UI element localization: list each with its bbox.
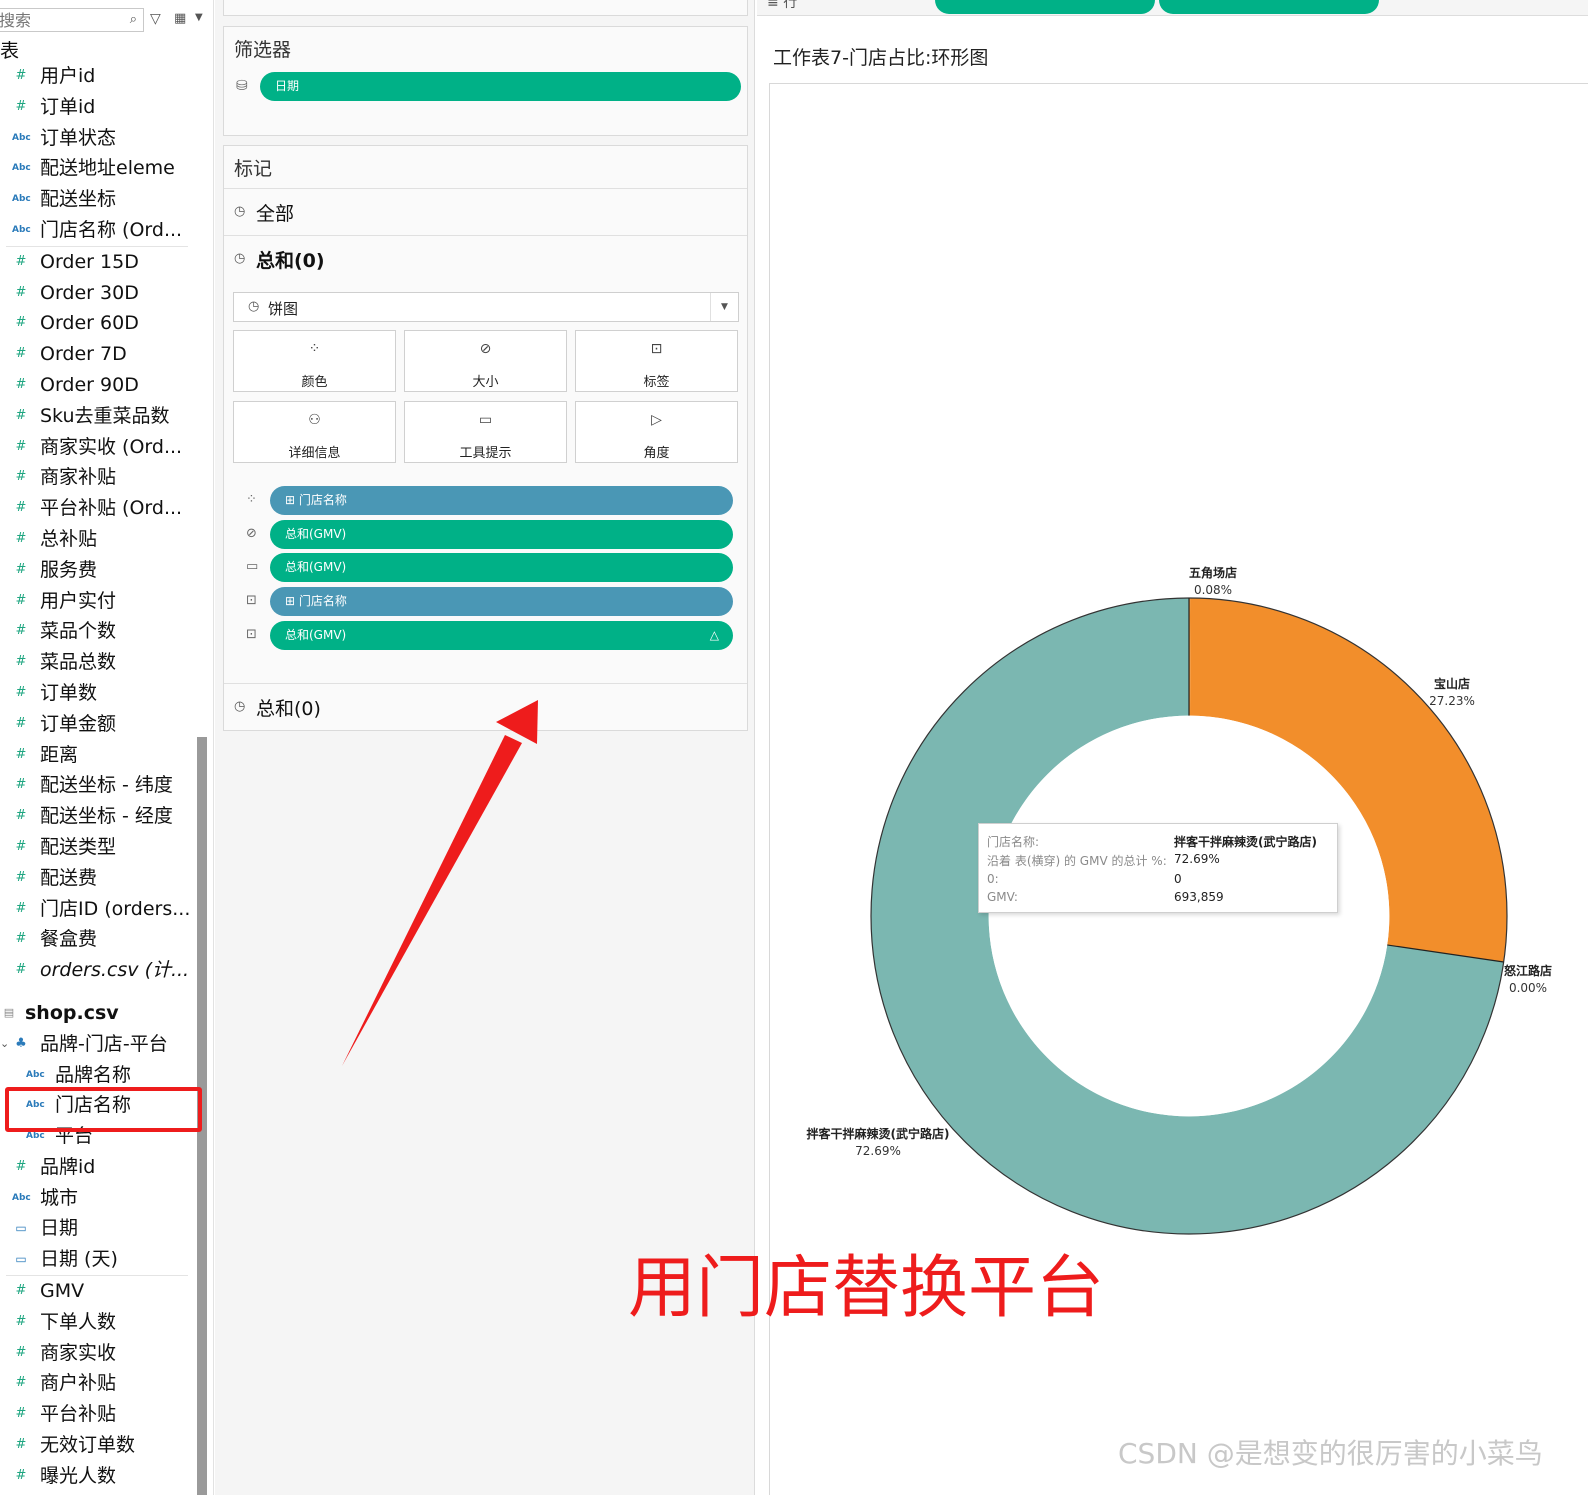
tooltip-key: GMV:: [987, 890, 1018, 904]
watermark: CSDN @是想变的很厉害的小菜鸟: [1118, 1437, 1543, 1470]
slice-percent-label: 0.00%: [1509, 981, 1547, 995]
tooltip-value: 0: [1174, 872, 1182, 886]
arrow-shaft: [342, 735, 522, 1066]
tooltip-value: 拌客干拌麻辣烫(武宁路店): [1174, 835, 1317, 849]
slice-name-label: 五角场店: [1189, 565, 1237, 580]
slice-name-label: 怒江路店: [1504, 963, 1552, 978]
tooltip-key: 门店名称:: [987, 835, 1040, 849]
tooltip-value: 72.69%: [1174, 852, 1220, 866]
tooltip-key: 沿着 表(横穿) 的 GMV 的总计 %:: [987, 854, 1167, 868]
mark-tooltip: 门店名称: 拌客干拌麻辣烫(武宁路店) 沿着 表(横穿) 的 GMV 的总计 %:…: [978, 823, 1338, 913]
tooltip-row: 0: 0: [987, 872, 1332, 891]
tooltip-value: 693,859: [1174, 890, 1224, 904]
slice-percent-label: 27.23%: [1429, 694, 1475, 708]
tooltip-key: 0:: [987, 872, 999, 886]
donut-hole: [988, 715, 1390, 1117]
tooltip-row: GMV: 693,859: [987, 890, 1332, 909]
slice-name-label: 拌客干拌麻辣烫(武宁路店): [807, 1126, 950, 1141]
annotation-text: 用门店替换平台: [628, 1249, 1105, 1328]
arrow-head: [496, 700, 538, 744]
slice-percent-label: 0.08%: [1194, 583, 1232, 597]
slice-percent-label: 72.69%: [855, 1144, 901, 1158]
slice-name-label: 宝山店: [1434, 676, 1470, 691]
tableau-window: ⌕ ▽ ▦ ▼ 表 #用户id#订单idAbc订单状态Abc配送地址elemeA…: [0, 0, 1588, 1495]
tooltip-row: 沿着 表(横穿) 的 GMV 的总计 %: 72.69%: [987, 852, 1332, 871]
tooltip-row: 门店名称: 拌客干拌麻辣烫(武宁路店): [987, 833, 1332, 852]
